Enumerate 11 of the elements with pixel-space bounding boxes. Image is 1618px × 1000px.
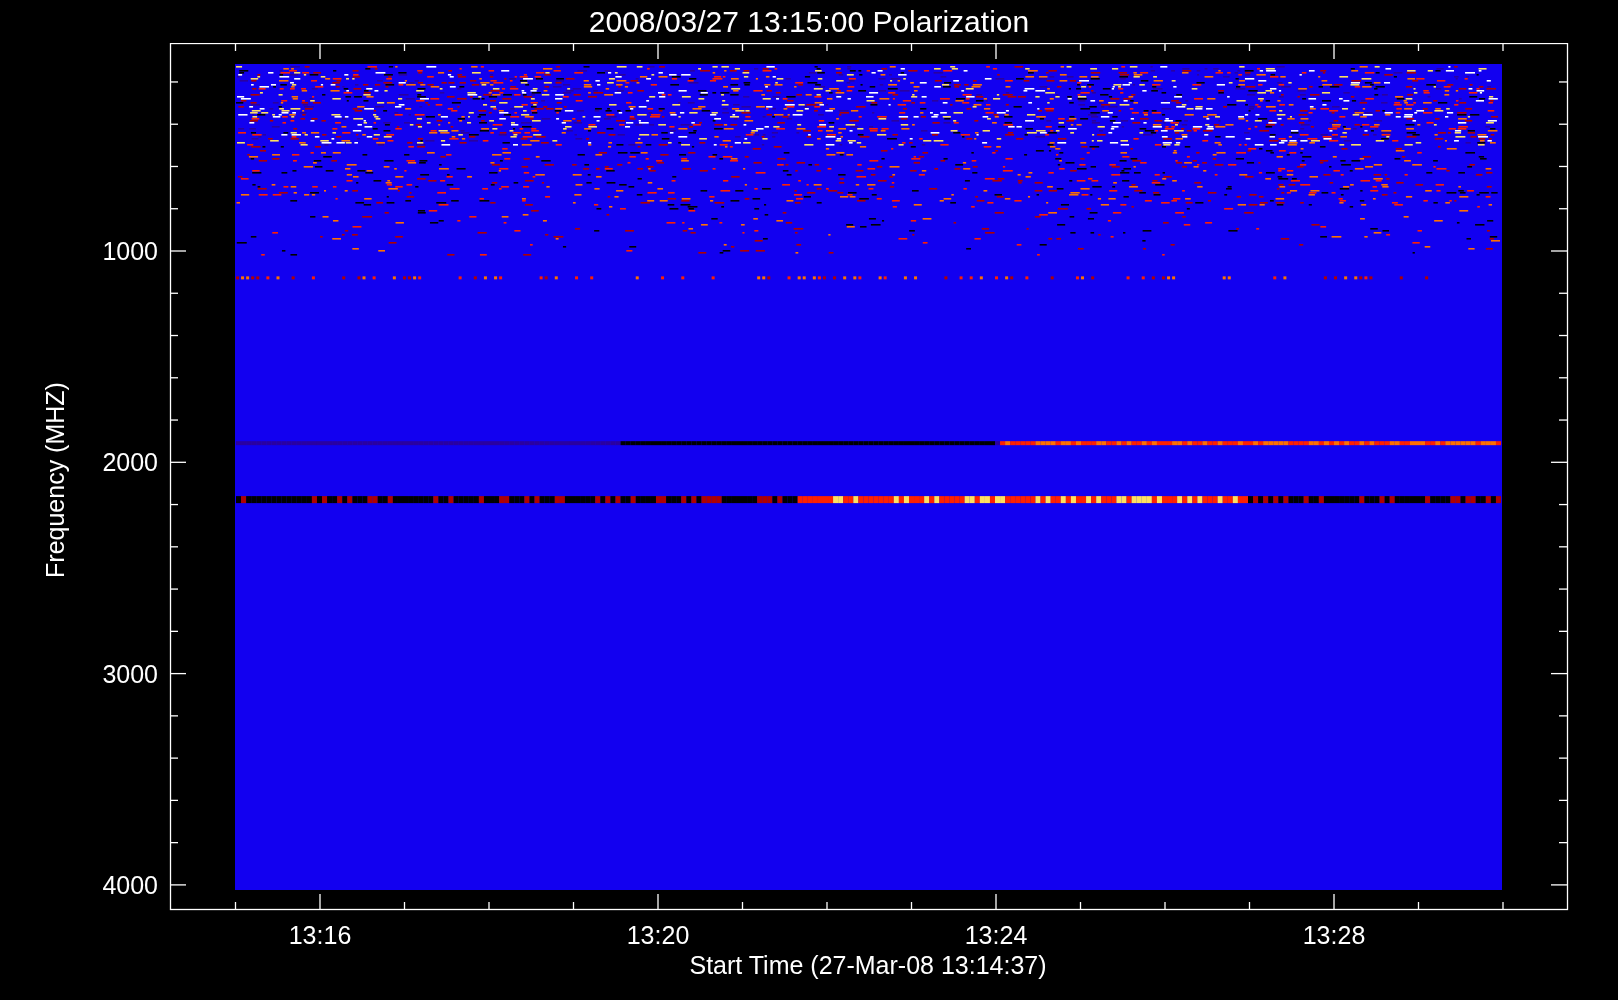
x-tick-label: 13:28 [1302, 921, 1366, 949]
plot-title: 2008/03/27 13:15:00 Polarization [588, 6, 1030, 37]
x-tick-label: 13:20 [626, 921, 690, 949]
y-tick-label: 4000 [102, 870, 158, 899]
y-tick-label: 1000 [102, 237, 158, 265]
y-tick-label: 2000 [102, 448, 158, 477]
y-tick-label: 3000 [102, 659, 158, 688]
x-axis-label: Start Time (27-Mar-08 13:14:37) [689, 951, 1047, 979]
y-axis-label: Frequency (MHZ) [41, 382, 69, 578]
x-tick-label: 13:16 [288, 921, 352, 949]
x-tick-label: 13:24 [964, 921, 1028, 949]
